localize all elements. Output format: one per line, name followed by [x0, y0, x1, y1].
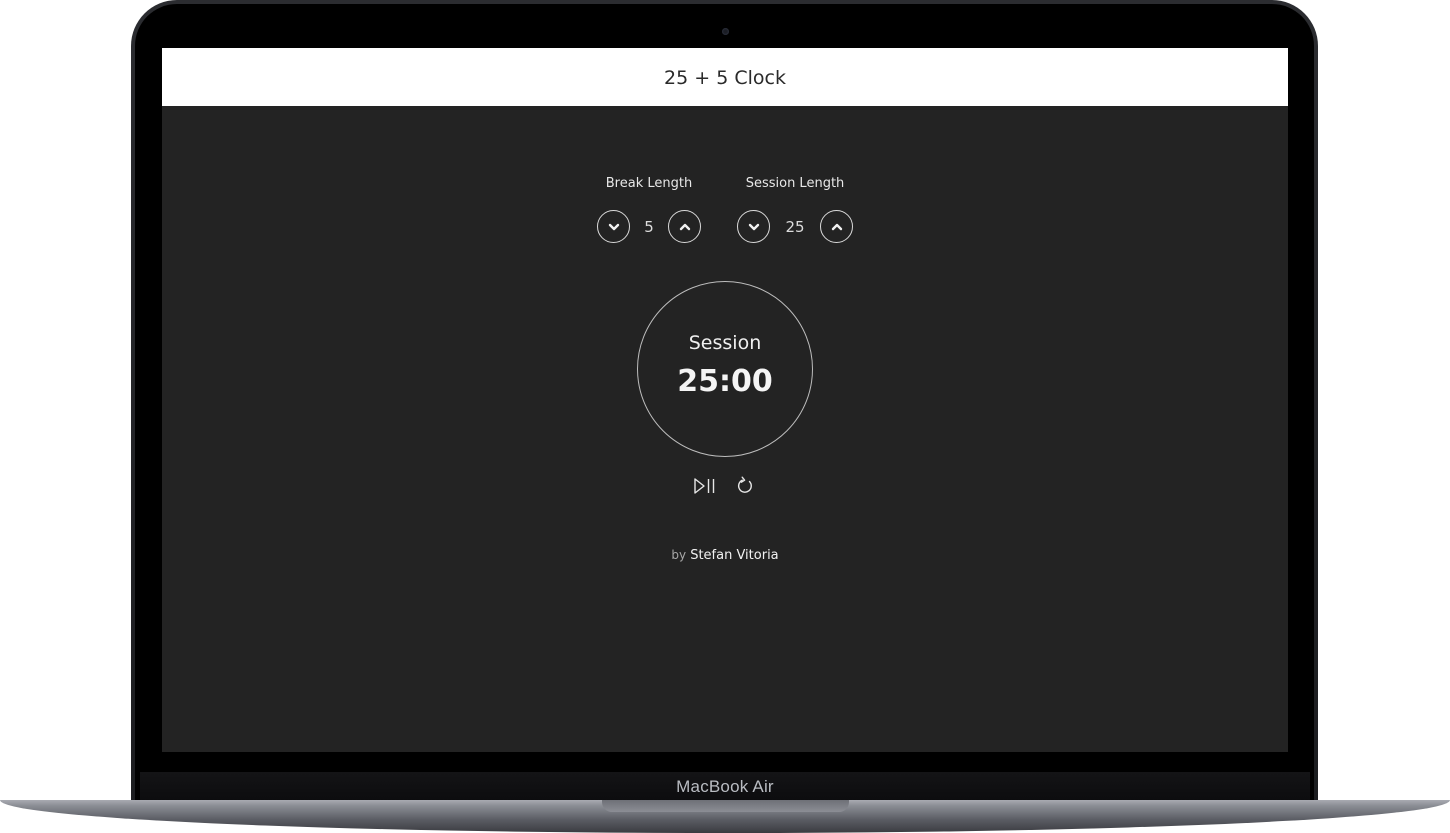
break-length-group: Break Length 5 [597, 176, 701, 243]
author-link[interactable]: Stefan Vitoria [690, 548, 778, 563]
session-length-value: 25 [785, 217, 805, 236]
timer-label: Session [688, 331, 762, 354]
app-title: 25 + 5 Clock [664, 67, 786, 89]
chevron-up-icon [831, 223, 842, 230]
play-pause-icon [694, 478, 715, 494]
laptop-chin: MacBook Air [140, 772, 1310, 802]
laptop-frame: 25 + 5 Clock Break Length 5 Session Leng… [0, 0, 1450, 833]
session-decrement-button[interactable] [737, 210, 770, 243]
playback-controls [162, 474, 1288, 498]
break-decrement-button[interactable] [597, 210, 630, 243]
camera-icon [722, 28, 729, 35]
length-controls: Break Length 5 Session Length 25 [162, 176, 1288, 243]
device-model-label: MacBook Air [676, 777, 774, 796]
chevron-down-icon [608, 223, 619, 230]
play-pause-button[interactable] [693, 474, 717, 498]
chevron-down-icon [748, 223, 759, 230]
refresh-icon [738, 476, 752, 493]
session-length-label: Session Length [745, 176, 845, 191]
session-length-group: Session Length 25 [737, 176, 853, 243]
app-screen: 25 + 5 Clock Break Length 5 Session Leng… [162, 48, 1288, 752]
timer-display: Session 25:00 [637, 281, 813, 457]
chevron-up-icon [679, 223, 690, 230]
reset-button[interactable] [733, 474, 757, 498]
break-increment-button[interactable] [668, 210, 701, 243]
session-increment-button[interactable] [820, 210, 853, 243]
footer-by: by [671, 548, 687, 562]
break-length-label: Break Length [605, 176, 693, 191]
laptop-hinge-notch [602, 800, 849, 812]
footer-credit: by Stefan Vitoria [162, 548, 1288, 563]
session-length-row: 25 [737, 210, 853, 243]
app-header: 25 + 5 Clock [162, 48, 1288, 106]
break-length-row: 5 [597, 210, 701, 243]
timer-time: 25:00 [677, 363, 773, 399]
break-length-value: 5 [644, 217, 654, 236]
